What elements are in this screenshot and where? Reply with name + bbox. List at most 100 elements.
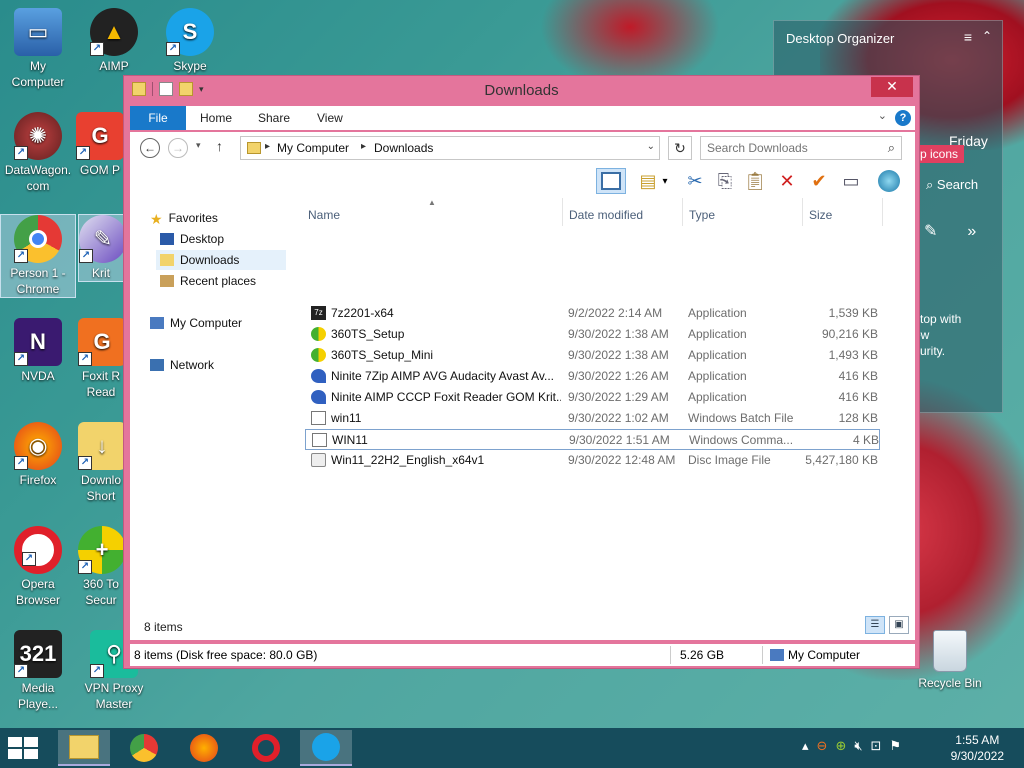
command-file-icon bbox=[312, 433, 327, 447]
chevron-up-icon[interactable]: ▴ bbox=[802, 738, 809, 754]
file-date: 9/30/2022 1:26 AM bbox=[568, 369, 669, 383]
column-divider[interactable] bbox=[802, 198, 803, 226]
desktop-icon-krita[interactable]: ✎ ↗ Krit bbox=[78, 214, 124, 282]
nav-downloads[interactable]: Downloads bbox=[156, 250, 286, 270]
cut-button[interactable]: ✂ bbox=[682, 168, 708, 194]
action-center-icon[interactable]: ⚑ bbox=[889, 738, 901, 754]
file-type: Windows Comma... bbox=[689, 433, 794, 447]
column-divider[interactable] bbox=[882, 198, 883, 226]
search-input[interactable] bbox=[707, 138, 877, 158]
taskbar-firefox[interactable] bbox=[178, 730, 230, 766]
desktop-icon-nvda[interactable]: N ↗ NVDA bbox=[0, 318, 76, 384]
chevron-down-icon[interactable]: ⌄ bbox=[878, 109, 887, 122]
file-name: Ninite 7Zip AIMP AVG Audacity Avast Av..… bbox=[331, 369, 555, 383]
close-button[interactable]: ✕ bbox=[871, 77, 913, 97]
desktop-icon-gom-player[interactable]: G ↗ GOM P bbox=[76, 112, 124, 178]
organizer-badge[interactable]: p icons bbox=[914, 145, 965, 163]
address-bar[interactable]: ▸ My Computer ▸ Downloads ⌄ bbox=[240, 136, 660, 160]
recent-locations-chevron-icon[interactable]: ▾ bbox=[196, 140, 201, 151]
help-icon[interactable]: ? bbox=[895, 110, 911, 126]
desktop-icon-datawagon[interactable]: ✺ ↗ DataWagon. com bbox=[0, 112, 76, 194]
file-row[interactable]: 360TS_Setup 9/30/2022 1:38 AM Applicatio… bbox=[305, 324, 880, 345]
double-chevron-right-icon[interactable]: » bbox=[967, 223, 1006, 240]
nav-recent-places[interactable]: Recent places bbox=[160, 271, 256, 291]
title-bar[interactable]: ▾ Downloads ✕ bbox=[124, 76, 919, 104]
select-button[interactable]: ✔ bbox=[806, 168, 832, 194]
360-setup-icon bbox=[311, 327, 326, 341]
refresh-button[interactable]: ↻ bbox=[668, 136, 692, 160]
breadcrumb-separator-icon[interactable]: ▸ bbox=[361, 141, 366, 152]
preview-pane-button[interactable] bbox=[596, 168, 626, 194]
taskbar-opera[interactable] bbox=[240, 730, 292, 766]
file-row[interactable]: win11 9/30/2022 1:02 AM Windows Batch Fi… bbox=[305, 408, 880, 429]
taskbar-clock[interactable]: 1:55 AM 9/30/2022 bbox=[951, 732, 1004, 764]
taskbar-skype[interactable] bbox=[300, 730, 352, 766]
desktop-icon-label: My Computer bbox=[11, 59, 65, 89]
details-view-icon[interactable]: ☰ bbox=[865, 616, 885, 634]
file-row[interactable]: WIN11 9/30/2022 1:51 AM Windows Comma...… bbox=[305, 429, 880, 450]
organizer-search[interactable]: ⌕ Search bbox=[926, 177, 978, 193]
column-size[interactable]: Size bbox=[809, 204, 832, 226]
chevron-up-icon[interactable]: ⌃ bbox=[982, 29, 992, 43]
forward-button[interactable]: → bbox=[168, 138, 188, 158]
tab-share[interactable]: Share bbox=[258, 106, 290, 130]
file-date: 9/30/2022 1:51 AM bbox=[569, 433, 670, 447]
column-name[interactable]: Name bbox=[308, 204, 340, 226]
large-icons-view-icon[interactable]: ▣ bbox=[889, 616, 909, 634]
desktop-icon-my-computer[interactable]: ▭ My Computer bbox=[0, 8, 76, 90]
chevron-down-icon[interactable]: ▾ bbox=[658, 168, 672, 194]
shell-button[interactable] bbox=[876, 168, 902, 194]
desktop-icon-chrome-person[interactable]: ↗ Person 1 - Chrome bbox=[0, 214, 76, 298]
nav-network[interactable]: Network bbox=[150, 355, 214, 375]
tab-view[interactable]: View bbox=[317, 106, 343, 130]
nav-desktop[interactable]: Desktop bbox=[160, 229, 285, 249]
start-button[interactable] bbox=[8, 737, 38, 759]
column-divider[interactable] bbox=[562, 198, 563, 226]
paste-button[interactable]: 📋︎ bbox=[742, 168, 768, 194]
delete-button[interactable]: ✕ bbox=[774, 168, 800, 194]
desktop-icon-downloads-shortcut[interactable]: ↓ ↗ Downlo Short bbox=[78, 422, 124, 504]
file-row[interactable]: Win11_22H2_English_x64v1 9/30/2022 12:48… bbox=[305, 450, 880, 471]
file-row[interactable]: 360TS_Setup_Mini 9/30/2022 1:38 AM Appli… bbox=[305, 345, 880, 366]
desktop-icon-360-total-security[interactable]: + ↗ 360 To Secur bbox=[78, 526, 124, 608]
nav-favorites[interactable]: ★ Favorites bbox=[150, 208, 218, 228]
chevron-down-icon[interactable]: ⌄ bbox=[647, 141, 655, 152]
navigation-pane: ★ Favorites Desktop Downloads Recent plac… bbox=[130, 198, 305, 640]
note-icon[interactable]: ✎ bbox=[924, 223, 967, 240]
volume-muted-icon[interactable]: 🔇︎ bbox=[854, 738, 862, 754]
column-date-modified[interactable]: Date modified bbox=[569, 204, 643, 226]
file-row[interactable]: Ninite AIMP CCCP Foxit Reader GOM Krit..… bbox=[305, 387, 880, 408]
360-tray-icon[interactable]: ⊕ bbox=[835, 738, 846, 754]
tab-home[interactable]: Home bbox=[200, 106, 232, 130]
taskbar-chrome[interactable] bbox=[118, 730, 170, 766]
desktop-icon-media-player[interactable]: 321 ↗ Media Playe... bbox=[0, 630, 76, 712]
aimp-icon: ▲ ↗ bbox=[90, 8, 138, 56]
file-size: 416 KB bbox=[838, 369, 878, 383]
breadcrumb-downloads[interactable]: Downloads bbox=[374, 141, 433, 155]
breadcrumb-my-computer[interactable]: My Computer bbox=[277, 141, 349, 155]
file-row[interactable]: Ninite 7Zip AIMP AVG Audacity Avast Av..… bbox=[305, 366, 880, 387]
desktop-icon-foxit-reader[interactable]: G ↗ Foxit R Read bbox=[78, 318, 124, 400]
back-button[interactable]: ← bbox=[140, 138, 160, 158]
desktop-icon-aimp[interactable]: ▲ ↗ AIMP bbox=[76, 8, 152, 74]
computer-icon: ▭ bbox=[14, 8, 62, 56]
datawagon-icon: ✺ ↗ bbox=[14, 112, 62, 160]
breadcrumb-separator-icon[interactable]: ▸ bbox=[265, 141, 270, 152]
taskbar-file-explorer[interactable] bbox=[58, 730, 110, 766]
column-type[interactable]: Type bbox=[689, 204, 715, 226]
network-tray-icon[interactable]: ⊡ bbox=[871, 738, 882, 754]
file-row[interactable]: 7z 7z2201-x64 9/2/2022 2:14 AM Applicati… bbox=[305, 303, 880, 324]
antivirus-tray-icon[interactable]: ⊖ bbox=[817, 738, 828, 754]
copy-button[interactable]: ⎘ bbox=[712, 168, 738, 194]
up-button[interactable]: ↑ bbox=[216, 138, 223, 154]
nav-my-computer[interactable]: My Computer bbox=[150, 313, 242, 333]
hamburger-menu-icon[interactable]: ≡ bbox=[964, 29, 972, 45]
desktop-icon-opera[interactable]: ↗ Opera Browser bbox=[0, 526, 76, 608]
desktop-icon-firefox[interactable]: ◉ ↗ Firefox bbox=[0, 422, 76, 488]
desktop-icon-recycle-bin[interactable]: Recycle Bin bbox=[912, 630, 988, 690]
rename-button[interactable]: ▭ bbox=[838, 168, 864, 194]
column-divider[interactable] bbox=[682, 198, 683, 226]
search-icon[interactable]: ⌕ bbox=[888, 140, 895, 156]
tab-file[interactable]: File bbox=[130, 106, 186, 130]
desktop-icon-skype[interactable]: S ↗ Skype bbox=[152, 8, 228, 74]
